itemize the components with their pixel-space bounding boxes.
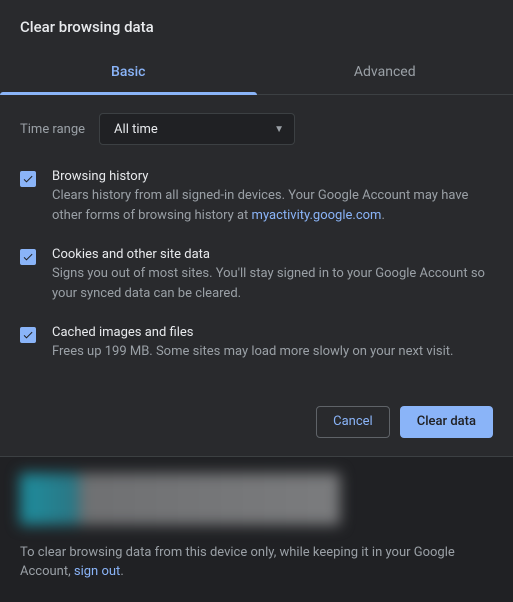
time-range-label: Time range — [20, 122, 85, 137]
option-cookies: Cookies and other site data Signs you ou… — [20, 247, 493, 303]
option-cache: Cached images and files Frees up 199 MB.… — [20, 325, 493, 362]
checkbox-cache[interactable] — [20, 327, 36, 343]
checkbox-browsing-history[interactable] — [20, 171, 36, 187]
dialog-title: Clear browsing data — [0, 18, 513, 52]
option-browsing-history: Browsing history Clears history from all… — [20, 169, 493, 225]
account-info-redacted — [20, 473, 340, 525]
dialog-footer: To clear browsing data from this device … — [0, 457, 513, 602]
time-range-value: All time — [114, 122, 158, 137]
option-text: Cookies and other site data Signs you ou… — [52, 247, 493, 303]
dialog-body: Time range All time ▼ Browsing history C… — [0, 95, 513, 400]
check-icon — [22, 251, 34, 263]
clear-data-button[interactable]: Clear data — [400, 406, 493, 438]
clear-browsing-data-dialog: Clear browsing data Basic Advanced Time … — [0, 0, 513, 457]
time-range-select[interactable]: All time ▼ — [99, 113, 295, 145]
option-description: Clears history from all signed-in device… — [52, 186, 493, 225]
chevron-down-icon: ▼ — [274, 124, 284, 135]
option-title: Cached images and files — [52, 325, 453, 340]
footer-text: To clear browsing data from this device … — [20, 543, 493, 582]
time-range-row: Time range All time ▼ — [20, 113, 493, 145]
dialog-actions: Cancel Clear data — [0, 400, 513, 456]
option-description: Signs you out of most sites. You'll stay… — [52, 264, 493, 303]
cancel-button[interactable]: Cancel — [316, 406, 390, 438]
check-icon — [22, 329, 34, 341]
checkbox-cookies[interactable] — [20, 249, 36, 265]
tab-advanced[interactable]: Advanced — [257, 52, 513, 94]
sign-out-link[interactable]: sign out — [74, 564, 120, 579]
option-title: Cookies and other site data — [52, 247, 493, 262]
option-title: Browsing history — [52, 169, 493, 184]
check-icon — [22, 173, 34, 185]
option-description: Frees up 199 MB. Some sites may load mor… — [52, 342, 453, 362]
tab-basic[interactable]: Basic — [0, 52, 257, 94]
myactivity-link[interactable]: myactivity.google.com — [252, 208, 382, 223]
option-text: Browsing history Clears history from all… — [52, 169, 493, 225]
option-text: Cached images and files Frees up 199 MB.… — [52, 325, 453, 362]
tab-bar: Basic Advanced — [0, 52, 513, 95]
